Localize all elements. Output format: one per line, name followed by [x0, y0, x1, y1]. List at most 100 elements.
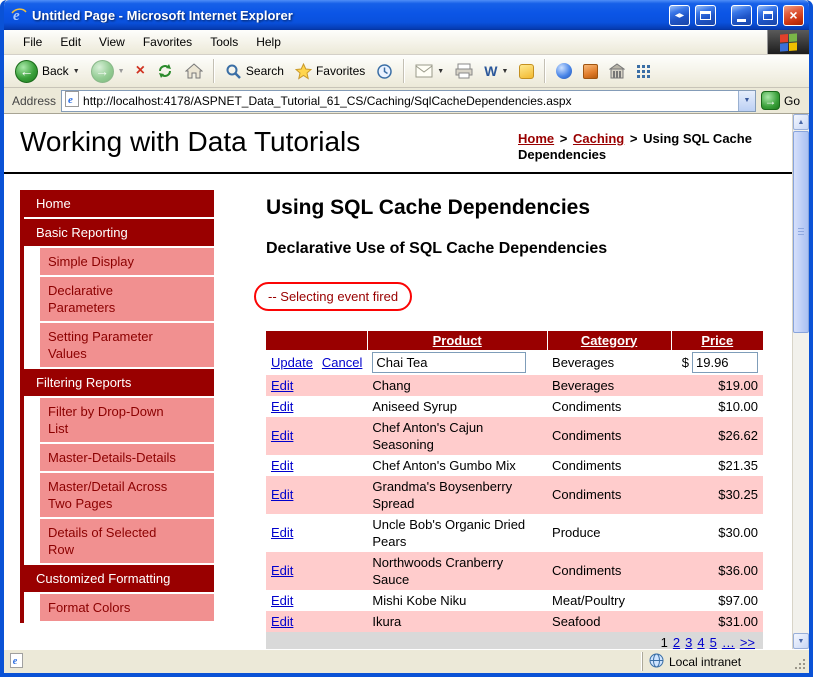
menu-help[interactable]: Help [247, 32, 290, 52]
sort-price-link[interactable]: Price [701, 333, 733, 348]
edit-link[interactable]: Edit [271, 525, 293, 540]
home-icon [184, 63, 203, 79]
menu-tools[interactable]: Tools [201, 32, 247, 52]
close-button[interactable]: × [783, 4, 804, 26]
pager-link[interactable]: 3 [685, 635, 692, 650]
edit-link[interactable]: Edit [271, 428, 293, 443]
back-button[interactable]: ← Back ▼ [10, 58, 85, 85]
product-name-input[interactable] [372, 351, 527, 373]
scrollbar-thumb[interactable] [793, 131, 809, 333]
home-button[interactable] [180, 61, 208, 81]
sort-category-link[interactable]: Category [581, 333, 637, 348]
standard-buttons-toolbar: ← Back ▼ → ▼ × Search Favorites ▼ W ▼ [4, 55, 809, 88]
sidebar-item-simple-display[interactable]: Simple Display [40, 247, 214, 275]
update-link[interactable]: Update [271, 355, 313, 370]
price-input[interactable] [692, 351, 758, 373]
sidebar-item-filter-by-dropdown-list[interactable]: Filter by Drop-Down List [40, 397, 214, 442]
product-cell: Mishi Kobe Niku [372, 592, 467, 608]
table-row: Edit Chang Beverages $19.00 [266, 374, 763, 396]
pager-row: 1 2 3 4 5 … >> [266, 631, 763, 650]
menu-favorites[interactable]: Favorites [134, 32, 201, 52]
mail-dropdown-icon[interactable]: ▼ [437, 68, 444, 75]
word-dropdown-icon[interactable]: ▼ [501, 68, 508, 75]
sidebar-item-customized-formatting[interactable]: Customized Formatting [24, 564, 214, 592]
back-dropdown-icon[interactable]: ▼ [73, 68, 80, 75]
edit-link[interactable]: Edit [271, 614, 293, 629]
grid-header-product: Product [366, 330, 548, 350]
main-content: Using SQL Cache Dependencies Declarative… [254, 190, 786, 650]
stop-button[interactable]: × [131, 61, 150, 81]
mail-button[interactable]: ▼ [410, 62, 449, 80]
actions-cell: Edit [266, 514, 367, 552]
messenger-button[interactable] [514, 62, 539, 81]
media-button[interactable] [551, 61, 577, 81]
edit-link[interactable]: Edit [271, 399, 293, 414]
breadcrumb: Home > Caching > Using SQL Cache Depende… [518, 126, 778, 164]
edit-link[interactable]: Edit [271, 487, 293, 502]
maximize-button[interactable] [757, 4, 778, 26]
institution-button[interactable] [604, 61, 630, 81]
scrollbar-track[interactable] [793, 334, 809, 633]
product-cell: Uncle Bob's Organic Dried Pears [372, 516, 526, 549]
research-button[interactable] [578, 62, 603, 81]
toolbar-separator [544, 59, 547, 83]
sidebar-item-filtering-reports[interactable]: Filtering Reports [24, 368, 214, 396]
page-header: Working with Data Tutorials Home > Cachi… [4, 114, 792, 174]
scroll-up-button[interactable]: ▲ [793, 114, 809, 130]
sidebar-item-setting-parameter-values[interactable]: Setting Parameter Values [40, 322, 214, 367]
sidebar-item-master-details-details[interactable]: Master-Details-Details [40, 443, 214, 471]
breadcrumb-home-link[interactable]: Home [518, 131, 554, 146]
edit-link[interactable]: Edit [271, 563, 293, 578]
pager-link[interactable]: 5 [710, 635, 717, 650]
sort-product-link[interactable]: Product [433, 333, 482, 348]
address-bar: Address e http://localhost:4178/ASPNET_D… [4, 88, 809, 114]
address-input[interactable]: e http://localhost:4178/ASPNET_Data_Tuto… [61, 89, 756, 112]
edit-link[interactable]: Edit [271, 593, 293, 608]
grid-tool-button[interactable] [631, 62, 656, 81]
search-button[interactable]: Search [220, 61, 289, 82]
edit-link[interactable]: Edit [271, 458, 293, 473]
resize-grip[interactable] [792, 652, 807, 671]
products-grid: Product Category Price Update Cancel Cha… [266, 330, 763, 650]
menu-edit[interactable]: Edit [51, 32, 90, 52]
breadcrumb-caching-link[interactable]: Caching [573, 131, 624, 146]
forward-button[interactable]: → ▼ [86, 58, 130, 85]
scroll-down-button[interactable]: ▼ [793, 633, 809, 649]
favorites-button[interactable]: Favorites [290, 61, 370, 82]
edit-link[interactable]: Edit [271, 378, 293, 393]
grid-icon [636, 64, 651, 79]
sidebar-item-details-of-selected-row[interactable]: Details of Selected Row [40, 518, 214, 563]
printer-icon [455, 63, 473, 79]
grid-header-row: Product Category Price [266, 330, 763, 350]
refresh-button[interactable] [151, 60, 179, 82]
cancel-link[interactable]: Cancel [322, 355, 362, 370]
sidebar-item-master-detail-two-pages[interactable]: Master/Detail Across Two Pages [40, 472, 214, 517]
pager-next-link[interactable]: >> [740, 635, 755, 650]
nav-arrows-button[interactable]: ◀▶ [669, 4, 690, 26]
print-button[interactable] [450, 61, 478, 81]
grid-header-price: Price [670, 330, 763, 350]
site-title: Working with Data Tutorials [20, 126, 361, 157]
menu-file[interactable]: File [14, 32, 51, 52]
sidebar-item-declarative-parameters[interactable]: Declarative Parameters [40, 276, 214, 321]
sidebar-item-format-colors[interactable]: Format Colors [40, 593, 214, 621]
address-url[interactable]: http://localhost:4178/ASPNET_Data_Tutori… [83, 94, 734, 108]
minimize-button[interactable] [731, 4, 752, 26]
table-row: Edit Northwoods Cranberry Sauce Condimen… [266, 551, 763, 590]
security-zone-panel: Local intranet [642, 652, 790, 671]
go-button[interactable]: → Go [760, 91, 804, 110]
status-message-panel: e [8, 652, 640, 671]
sidebar-item-home[interactable]: Home [24, 189, 214, 217]
edit-with-word-button[interactable]: W ▼ [479, 61, 513, 81]
pager-ellipsis-link[interactable]: … [722, 635, 735, 650]
history-button[interactable] [371, 61, 398, 82]
pager-link[interactable]: 2 [673, 635, 680, 650]
document-icon: e [10, 652, 23, 671]
menu-view[interactable]: View [90, 32, 134, 52]
pager-link: 4 [697, 634, 705, 650]
vertical-scrollbar[interactable]: ▲ ▼ [792, 114, 809, 649]
breadcrumb-separator: > [629, 131, 638, 146]
window-panel-button[interactable] [695, 4, 716, 26]
address-dropdown-button[interactable]: ▼ [737, 90, 755, 111]
sidebar-item-basic-reporting[interactable]: Basic Reporting [24, 218, 214, 246]
